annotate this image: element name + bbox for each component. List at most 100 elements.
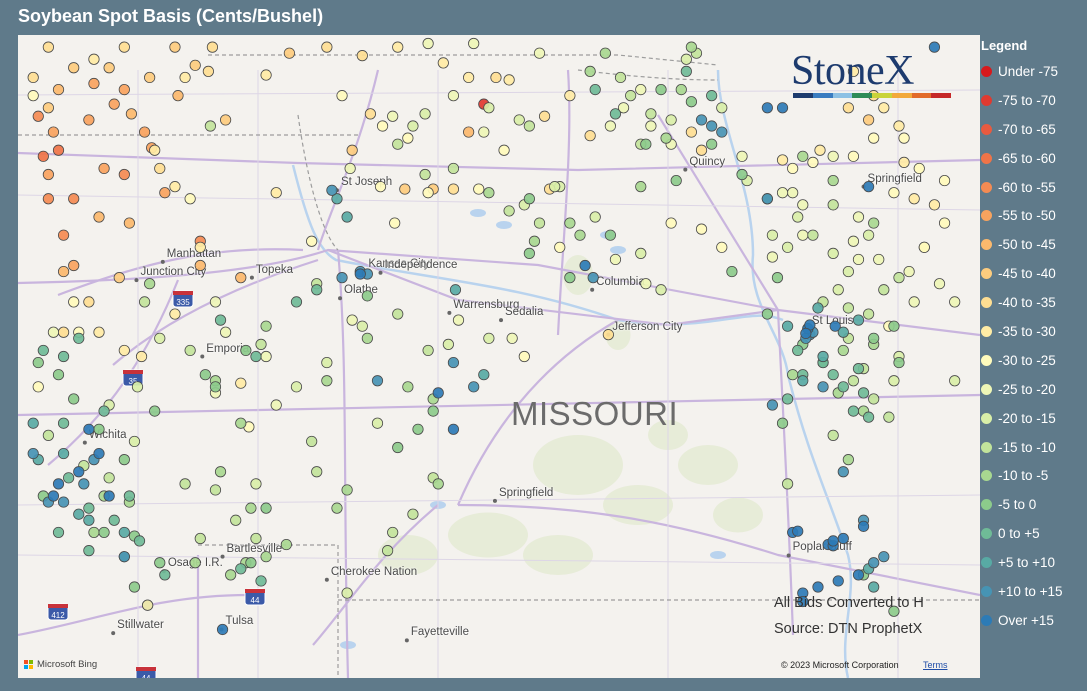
bid-marker[interactable]	[766, 251, 779, 263]
bid-marker[interactable]	[827, 429, 839, 441]
bid-marker[interactable]	[42, 193, 54, 205]
bid-marker[interactable]	[503, 74, 515, 86]
bid-marker[interactable]	[255, 575, 267, 587]
bid-marker[interactable]	[829, 320, 841, 332]
bid-marker[interactable]	[283, 47, 295, 59]
bid-marker[interactable]	[447, 162, 460, 175]
bid-marker[interactable]	[68, 193, 80, 205]
bid-marker[interactable]	[169, 308, 181, 320]
bid-marker[interactable]	[949, 296, 961, 308]
bid-marker[interactable]	[98, 162, 110, 175]
bid-marker[interactable]	[842, 454, 854, 466]
bid-marker[interactable]	[447, 183, 460, 195]
bid-marker[interactable]	[898, 132, 910, 144]
bid-marker[interactable]	[32, 356, 44, 369]
bid-marker[interactable]	[812, 581, 824, 593]
bid-marker[interactable]	[857, 520, 870, 532]
bid-marker[interactable]	[918, 241, 930, 253]
bid-marker[interactable]	[422, 187, 434, 199]
bid-marker[interactable]	[483, 187, 495, 199]
bid-marker[interactable]	[356, 50, 368, 62]
bid-marker[interactable]	[407, 508, 419, 520]
bid-marker[interactable]	[928, 199, 941, 211]
bid-marker[interactable]	[564, 272, 576, 284]
bid-marker[interactable]	[827, 369, 839, 381]
bid-marker[interactable]	[463, 71, 475, 84]
bid-marker[interactable]	[93, 447, 105, 460]
bid-marker[interactable]	[103, 62, 115, 74]
bid-marker[interactable]	[847, 150, 860, 162]
bid-marker[interactable]	[852, 569, 865, 581]
bid-marker[interactable]	[118, 344, 130, 357]
bid-marker[interactable]	[827, 535, 839, 547]
bid-marker[interactable]	[761, 102, 773, 114]
bid-marker[interactable]	[787, 369, 799, 381]
bid-marker[interactable]	[837, 381, 849, 393]
bid-marker[interactable]	[402, 381, 414, 393]
bid-marker[interactable]	[250, 532, 262, 545]
bid-marker[interactable]	[118, 454, 130, 466]
bid-marker[interactable]	[235, 377, 247, 389]
bid-marker[interactable]	[57, 417, 70, 429]
bid-marker[interactable]	[341, 211, 353, 223]
bid-marker[interactable]	[346, 144, 358, 156]
bid-marker[interactable]	[878, 551, 890, 563]
bid-marker[interactable]	[194, 241, 206, 253]
bid-marker[interactable]	[93, 211, 105, 223]
bid-marker[interactable]	[93, 423, 105, 435]
bid-marker[interactable]	[184, 193, 196, 205]
bid-marker[interactable]	[73, 332, 85, 344]
bid-marker[interactable]	[523, 193, 535, 205]
bid-marker[interactable]	[206, 41, 219, 53]
bid-marker[interactable]	[518, 350, 530, 363]
bid-marker[interactable]	[98, 526, 110, 539]
bid-marker[interactable]	[260, 350, 272, 363]
bid-marker[interactable]	[533, 217, 546, 229]
bid-marker[interactable]	[599, 47, 611, 59]
bid-marker[interactable]	[602, 329, 614, 341]
bid-marker[interactable]	[321, 41, 333, 53]
bid-marker[interactable]	[528, 235, 541, 247]
bid-marker[interactable]	[341, 484, 353, 496]
bid-marker[interactable]	[781, 241, 794, 253]
bid-marker[interactable]	[149, 405, 161, 417]
bid-marker[interactable]	[449, 284, 462, 296]
bid-marker[interactable]	[827, 174, 839, 187]
bid-marker[interactable]	[736, 150, 748, 162]
bid-marker[interactable]	[842, 265, 854, 278]
bid-marker[interactable]	[533, 47, 546, 59]
bid-marker[interactable]	[118, 526, 130, 539]
bid-marker[interactable]	[144, 71, 156, 84]
bid-marker[interactable]	[792, 211, 804, 223]
bid-marker[interactable]	[214, 466, 227, 478]
bid-marker[interactable]	[847, 375, 860, 387]
bid-marker[interactable]	[506, 332, 518, 344]
bid-marker[interactable]	[419, 108, 431, 120]
bid-marker[interactable]	[468, 37, 480, 50]
bid-marker[interactable]	[255, 338, 267, 350]
bid-marker[interactable]	[857, 387, 870, 399]
bid-marker[interactable]	[847, 405, 860, 417]
bid-marker[interactable]	[422, 37, 434, 50]
bid-marker[interactable]	[554, 241, 566, 253]
bid-marker[interactable]	[88, 77, 100, 90]
bid-marker[interactable]	[336, 90, 348, 102]
bid-marker[interactable]	[800, 327, 812, 340]
bid-marker[interactable]	[863, 229, 875, 241]
bid-marker[interactable]	[133, 535, 146, 547]
bid-marker[interactable]	[787, 187, 799, 199]
bid-marker[interactable]	[609, 108, 622, 120]
bid-marker[interactable]	[356, 320, 368, 332]
bid-marker[interactable]	[306, 235, 318, 247]
bid-marker[interactable]	[240, 344, 252, 357]
bid-marker[interactable]	[685, 126, 698, 138]
bid-marker[interactable]	[159, 569, 171, 581]
bid-marker[interactable]	[52, 144, 65, 156]
bid-marker[interactable]	[716, 241, 728, 253]
bid-marker[interactable]	[371, 417, 384, 429]
bid-marker[interactable]	[270, 399, 282, 411]
bid-marker[interactable]	[938, 217, 951, 229]
bid-marker[interactable]	[463, 126, 475, 138]
bid-marker[interactable]	[52, 369, 65, 381]
bid-marker[interactable]	[209, 484, 222, 496]
